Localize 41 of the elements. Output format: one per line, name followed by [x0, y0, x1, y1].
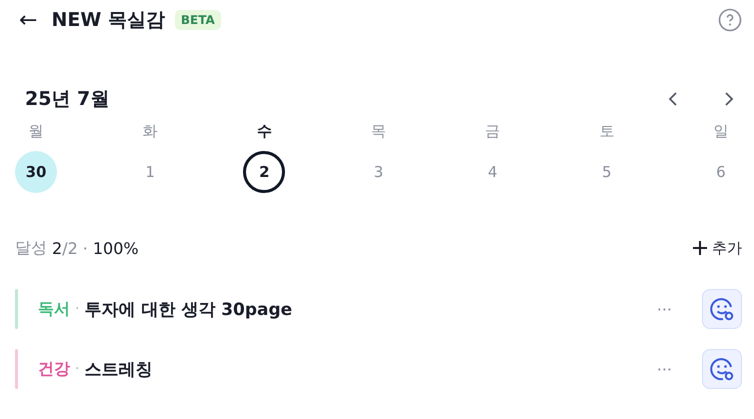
plus-icon: [692, 240, 708, 256]
add-button[interactable]: 추가: [692, 238, 742, 258]
weekday-label: 일: [713, 122, 728, 141]
task-title: 스트레칭: [84, 358, 152, 380]
reaction-button[interactable]: [702, 289, 742, 329]
more-button[interactable]: ···: [650, 358, 678, 380]
weekday-label: 목: [370, 122, 386, 141]
weekday-label: 화: [142, 122, 158, 141]
help-icon[interactable]: [718, 8, 742, 32]
achievement-percent: 100%: [92, 238, 139, 258]
task-accent-bar: [15, 289, 18, 329]
smiley-icon: [709, 296, 735, 322]
weekday-label: 월: [28, 122, 44, 141]
separator-dot: ·: [75, 361, 80, 377]
page-title: NEW 목실감: [51, 8, 165, 33]
beta-badge: BETA: [174, 10, 221, 30]
weekday-label: 토: [599, 122, 614, 141]
month-title: 25년 7월: [25, 87, 110, 112]
back-button[interactable]: ←: [15, 8, 42, 32]
reaction-button[interactable]: [702, 349, 742, 389]
chevron-right-icon: [724, 91, 734, 107]
weekday-label: 금: [485, 122, 500, 141]
separator-dot: ·: [75, 301, 80, 317]
weekday-label: 수: [256, 122, 272, 141]
task-accent-bar: [15, 349, 18, 389]
smiley-icon: [709, 356, 735, 382]
day-button[interactable]: 30: [15, 151, 57, 193]
separator-dot: ·: [82, 238, 88, 258]
task-title: 투자에 대한 생각 30page: [84, 298, 292, 320]
achievement-count: 2/2: [52, 238, 78, 258]
task-category: 건강: [38, 358, 70, 380]
day-button[interactable]: 3: [357, 151, 400, 193]
day-button[interactable]: 4: [472, 151, 514, 193]
task-category: 독서: [38, 298, 70, 320]
day-button[interactable]: 1: [129, 151, 172, 193]
day-button[interactable]: 2: [243, 151, 286, 193]
day-button[interactable]: 5: [586, 151, 628, 193]
more-button[interactable]: ···: [650, 298, 678, 320]
day-button[interactable]: 6: [700, 151, 742, 193]
chevron-left-icon: [668, 91, 678, 107]
achievement-label: 달성: [15, 238, 47, 258]
